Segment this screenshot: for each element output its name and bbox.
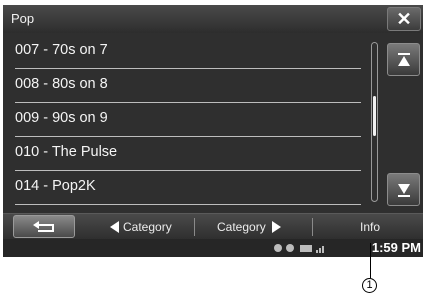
list-item[interactable]: 010 - The Pulse: [15, 137, 361, 171]
triangle-left-icon[interactable]: [110, 221, 119, 233]
prev-category-button[interactable]: Category: [123, 220, 172, 234]
status-bar: 1:59 PM: [3, 239, 423, 257]
close-icon: ✕: [396, 9, 412, 29]
scroll-bottom-icon: [398, 184, 410, 197]
clock: 1:59 PM: [371, 240, 421, 255]
scrollbar-thumb[interactable]: [373, 96, 376, 136]
title-bar: Pop ✕: [3, 5, 423, 33]
list-item-label: 009 - 90s on 9: [15, 110, 108, 126]
list-item[interactable]: 014 - Pop2K: [15, 171, 361, 205]
scroll-top-button[interactable]: [387, 43, 420, 76]
battery-icon: [300, 245, 312, 252]
bottom-bar: Category Category Info: [3, 213, 423, 240]
return-icon: [33, 221, 54, 232]
info-button[interactable]: Info: [360, 220, 380, 234]
triangle-right-icon[interactable]: [272, 221, 281, 233]
bluetooth-icon: [286, 244, 294, 252]
list-item[interactable]: 008 - 80s on 8: [15, 69, 361, 103]
divider: [312, 218, 313, 236]
status-icons: [274, 244, 324, 253]
list-item-label: 010 - The Pulse: [15, 144, 118, 160]
list-item[interactable]: 007 - 70s on 7: [15, 35, 361, 69]
callout-number: 1: [362, 278, 377, 293]
list-item-label: 014 - Pop2K: [15, 178, 96, 194]
channel-list: 007 - 70s on 7 008 - 80s on 8 009 - 90s …: [15, 35, 361, 205]
scrollbar[interactable]: [371, 42, 378, 202]
scroll-bottom-button[interactable]: [387, 173, 420, 206]
close-button[interactable]: ✕: [387, 7, 421, 31]
list-item-label: 007 - 70s on 7: [15, 42, 108, 58]
callout-line: [370, 243, 371, 278]
signal-icon: [316, 250, 318, 253]
scroll-top-icon: [398, 53, 410, 66]
list-item[interactable]: 009 - 90s on 9: [15, 103, 361, 137]
head-unit-screen: Pop ✕ 007 - 70s on 7 008 - 80s on 8 009 …: [3, 5, 423, 257]
page-title: Pop: [11, 11, 35, 26]
back-button[interactable]: [13, 215, 75, 238]
divider: [194, 218, 195, 236]
list-item-label: 008 - 80s on 8: [15, 76, 108, 92]
next-category-button[interactable]: Category: [217, 220, 266, 234]
phone-icon: [274, 244, 282, 252]
